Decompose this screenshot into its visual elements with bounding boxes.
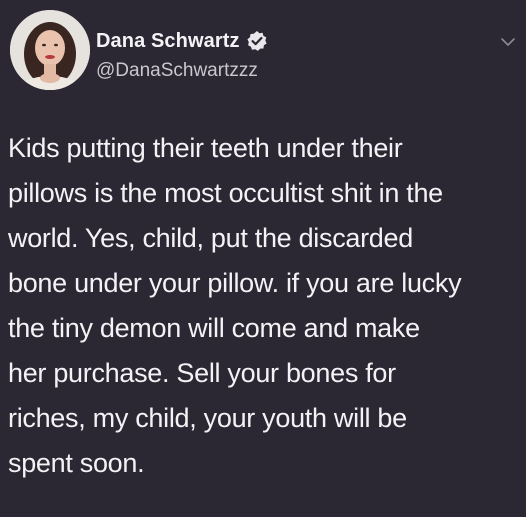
chevron-down-icon[interactable] (500, 34, 516, 50)
avatar[interactable] (10, 10, 90, 90)
name-row: Dana Schwartz (96, 28, 268, 54)
username-handle[interactable]: @DanaSchwartzzz (96, 60, 258, 82)
display-name[interactable]: Dana Schwartz (96, 30, 240, 53)
tweet-text: Kids putting their teeth under their pil… (8, 133, 462, 478)
verified-badge-icon (246, 30, 268, 52)
avatar-photo (10, 10, 90, 90)
tweet-header: Dana Schwartz @DanaSchwartzzz (10, 10, 516, 90)
tweet-card: Dana Schwartz @DanaSchwartzzz Kids putti… (0, 0, 526, 517)
